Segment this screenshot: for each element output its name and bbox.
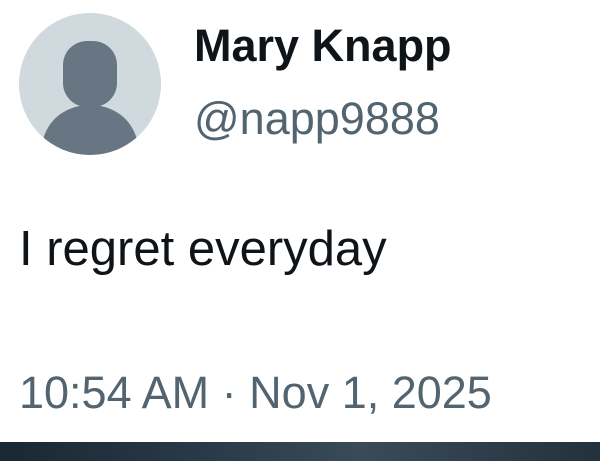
avatar[interactable] [19, 13, 161, 155]
display-name[interactable]: Mary Knapp [194, 16, 452, 76]
tweet-text: I regret everyday [19, 222, 387, 276]
tweet-timestamp[interactable]: 10:54 AM · Nov 1, 2025 [19, 363, 492, 423]
user-handle[interactable]: @napp9888 [194, 89, 440, 149]
tweet-date: Nov 1, 2025 [249, 367, 492, 418]
tweet-card: Mary Knapp @napp9888 I regret everyday 1… [0, 0, 600, 442]
bottom-image-strip [0, 442, 600, 461]
default-avatar-silhouette-icon [19, 13, 161, 155]
tweet-time: 10:54 AM [19, 367, 210, 418]
meta-separator: · [221, 367, 237, 418]
